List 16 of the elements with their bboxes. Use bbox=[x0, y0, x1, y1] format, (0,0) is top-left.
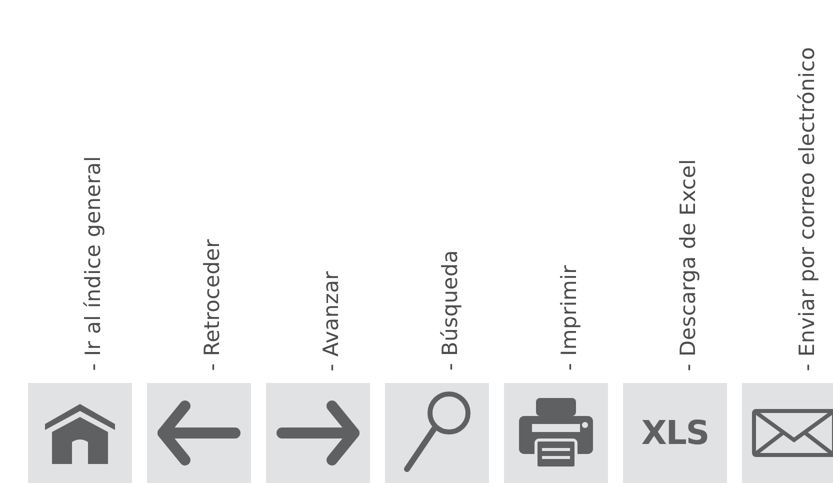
nav-label: - Búsqueda bbox=[440, 250, 463, 371]
nav-label: - Ir al índice general bbox=[83, 156, 106, 371]
right-arrow-button[interactable] bbox=[266, 383, 370, 483]
nav-label: - Retroceder bbox=[202, 239, 225, 371]
home-button[interactable] bbox=[28, 383, 132, 483]
search-icon bbox=[401, 391, 473, 475]
envelope-button[interactable] bbox=[742, 383, 833, 483]
envelope-icon bbox=[751, 408, 833, 458]
nav-label: - Imprimir bbox=[559, 265, 582, 371]
left-arrow-button[interactable] bbox=[147, 383, 251, 483]
printer-button[interactable] bbox=[504, 383, 608, 483]
excel-button[interactable]: XLS bbox=[623, 383, 727, 483]
nav-label: - Descarga de Excel bbox=[678, 158, 701, 371]
search-button[interactable] bbox=[385, 383, 489, 483]
nav-label: - Enviar por correo electrónico bbox=[797, 46, 820, 371]
nav-label: - Avanzar bbox=[321, 270, 344, 371]
